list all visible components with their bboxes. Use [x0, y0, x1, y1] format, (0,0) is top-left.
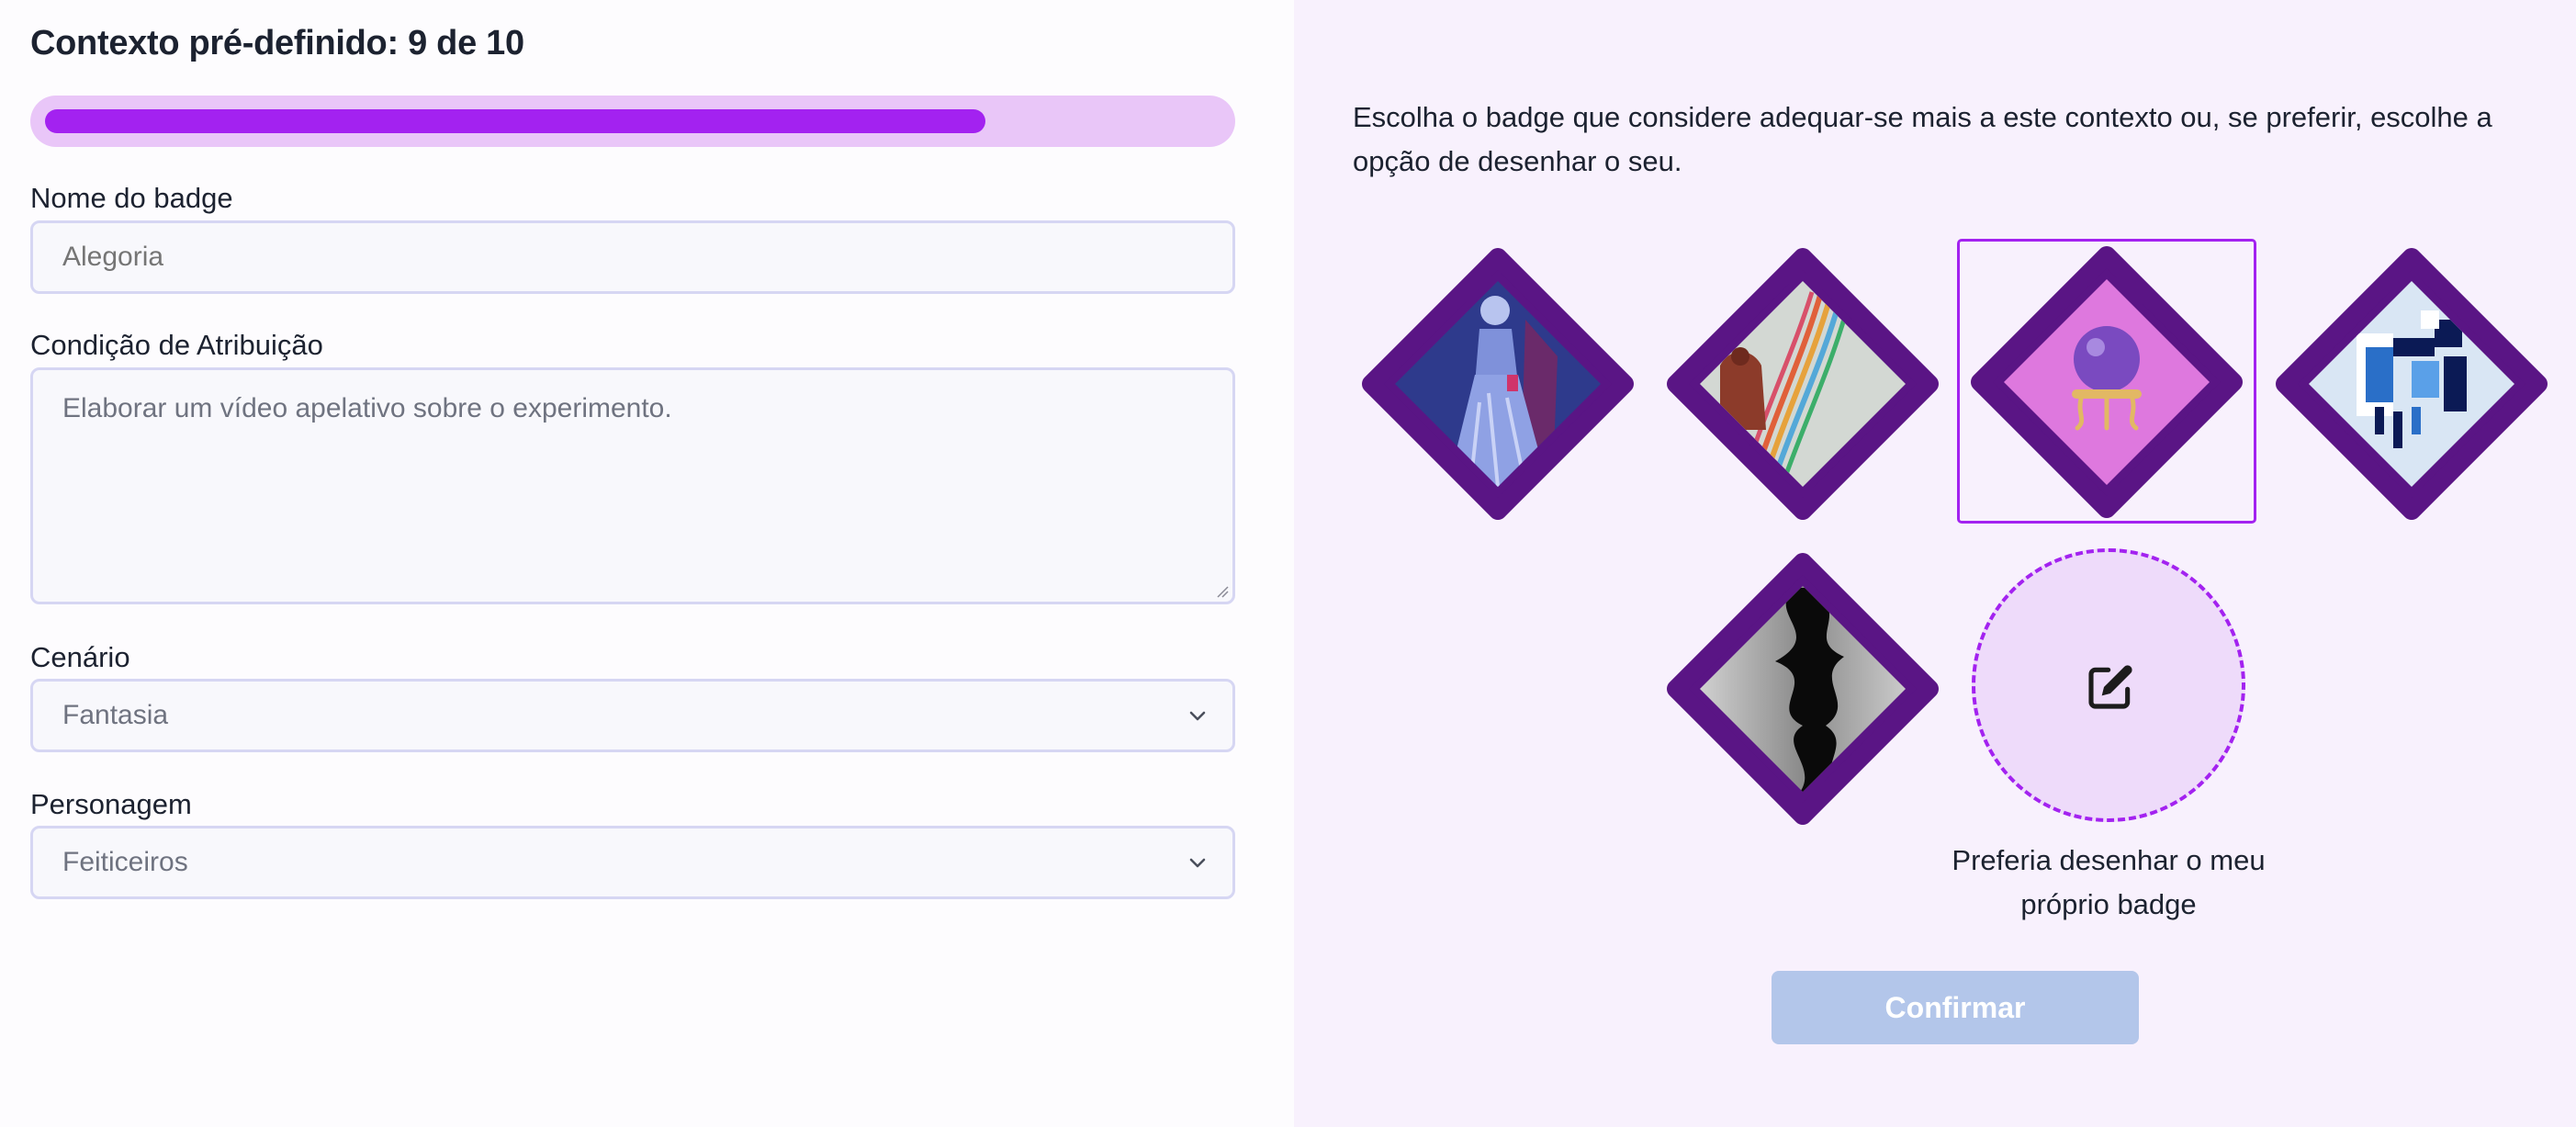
badge-crystal-ball-image [1971, 246, 2243, 518]
badge-lady-image [1362, 248, 1634, 520]
confirm-button[interactable]: Confirmar [1772, 971, 2139, 1044]
badge-option-smoke[interactable] [1665, 551, 1940, 827]
chevron-down-icon [1189, 711, 1206, 721]
progress-fill [45, 109, 985, 133]
scenario-label: Cenário [30, 641, 130, 673]
character-label: Personagem [30, 788, 192, 820]
edit-icon [2088, 665, 2132, 709]
draw-own-badge-label: Preferia desenhar o meu próprio badge [1952, 844, 2266, 920]
form-panel: Contexto pré-definido: 9 de 10 Nome do b… [0, 0, 1294, 1127]
badge-option-pixel-art[interactable] [2274, 246, 2549, 522]
badge-ribbons-image [1667, 248, 1939, 520]
character-select[interactable]: Feiticeiros [30, 826, 1235, 899]
badge-option-crystal-ball[interactable] [1957, 239, 2256, 524]
condition-label: Condição de Atribuição [30, 329, 323, 361]
badge-smoke-image [1667, 553, 1939, 825]
badge-name-label: Nome do badge [30, 182, 233, 214]
scenario-value: Fantasia [62, 700, 169, 730]
badge-option-lady[interactable] [1360, 246, 1636, 522]
character-value: Feiticeiros [62, 847, 188, 877]
resize-handle-icon[interactable] [1216, 585, 1229, 598]
condition-textarea[interactable]: Elaborar um vídeo apelativo sobre o expe… [30, 367, 1235, 604]
scenario-select[interactable]: Fantasia [30, 679, 1235, 752]
chooser-instructions: Escolha o badge que considere adequar-se… [1353, 101, 2492, 177]
page-title: Contexto pré-definido: 9 de 10 [30, 24, 524, 62]
chevron-down-icon [1189, 858, 1206, 868]
badge-option-ribbons[interactable] [1665, 246, 1940, 522]
badge-pixel-art-image [2276, 248, 2548, 520]
progress-bar [30, 96, 1235, 147]
condition-placeholder: Elaborar um vídeo apelativo sobre o expe… [62, 393, 672, 423]
draw-own-badge-button[interactable] [1972, 548, 2245, 822]
badge-name-input[interactable] [30, 220, 1235, 294]
